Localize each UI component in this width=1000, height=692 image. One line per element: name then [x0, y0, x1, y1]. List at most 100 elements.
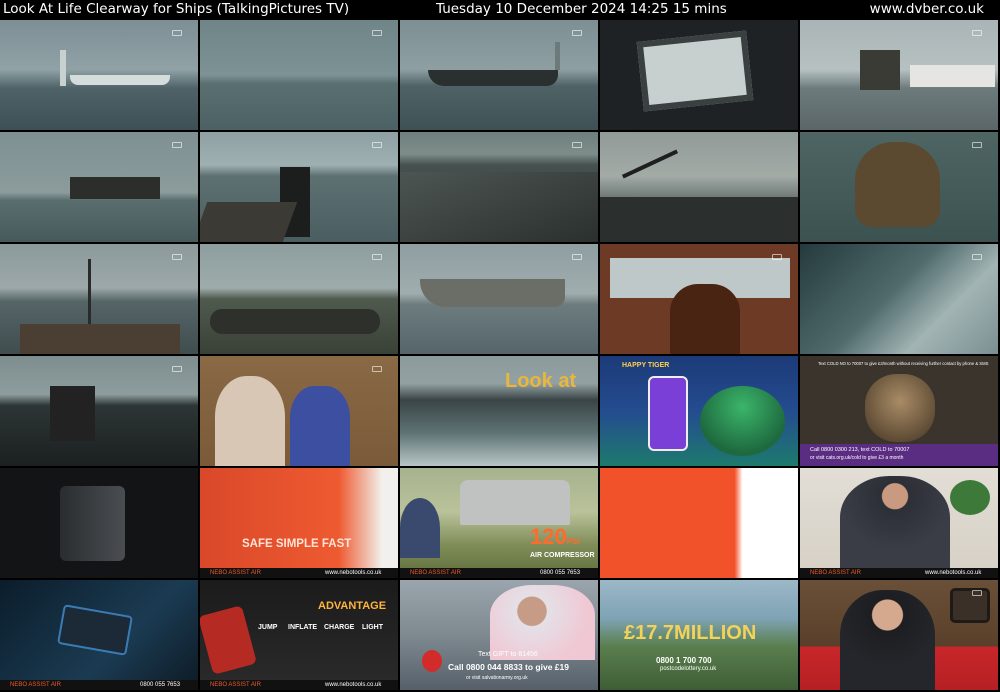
- thumbnail-r1c5[interactable]: [800, 20, 998, 130]
- nebo-url: www.nebotools.co.uk: [325, 569, 382, 576]
- salvation-army-badge: [422, 650, 442, 672]
- channel-logo-icon: [572, 30, 582, 36]
- feature-light: LIGHT: [362, 624, 383, 631]
- red-tool-graphic: [200, 605, 257, 675]
- grab-bucket: [855, 142, 940, 227]
- channel-logo-icon: [172, 30, 182, 36]
- chimney-silhouette: [555, 42, 560, 70]
- psi-figure: 120PSI: [530, 524, 580, 550]
- prize-amount: £17.7MILLION: [624, 622, 757, 644]
- nebo-brand: NEBO ASSIST AIR: [810, 569, 861, 576]
- pipes: [210, 309, 380, 334]
- look-at-title: Look at: [505, 370, 577, 392]
- thumbnail-r3c5[interactable]: [800, 244, 998, 354]
- channel-logo-icon: [172, 254, 182, 260]
- thumbnail-r5c5[interactable]: NEBO ASSIST AIR www.nebotools.co.uk: [800, 468, 998, 578]
- sailor-figure: [50, 386, 95, 441]
- thumbnail-r5c1[interactable]: [0, 468, 198, 578]
- nebo-brand: NEBO ASSIST AIR: [210, 569, 261, 576]
- dock-wall: [600, 197, 798, 242]
- cats-top-text: Text COLD NO to 70007 to give £3/month w…: [818, 361, 989, 366]
- thumbnail-r2c5[interactable]: [800, 132, 998, 242]
- plant: [950, 480, 990, 515]
- deck: [200, 202, 298, 242]
- thumbnail-r1c1[interactable]: [0, 20, 198, 130]
- channel-logo-icon: [572, 142, 582, 148]
- crane-silhouette: [621, 149, 679, 179]
- woman-figure: [490, 585, 595, 660]
- donate-text-3: or visit salvationarmy.org.uk: [466, 675, 528, 681]
- thumbnail-r6c1[interactable]: NEBO ASSIST AIR 0800 055 7653: [0, 580, 198, 690]
- channel-logo-icon: [372, 366, 382, 372]
- psi-value: 120: [530, 524, 567, 549]
- thumbnail-r4c5[interactable]: Text COLD NO to 70007 to give £3/month w…: [800, 356, 998, 466]
- thumbnail-r6c5[interactable]: [800, 580, 998, 690]
- dredger-silhouette: [860, 50, 900, 90]
- nebo-brand: NEBO ASSIST AIR: [10, 681, 61, 688]
- thumbnail-r1c3[interactable]: [400, 20, 598, 130]
- channel-logo-icon: [372, 30, 382, 36]
- thumbnail-r6c4[interactable]: £17.7MILLION 0800 1 700 700 postcodelott…: [600, 580, 798, 690]
- cat-face: [865, 374, 935, 442]
- thumbnail-r4c2[interactable]: [200, 356, 398, 466]
- campervan: [460, 480, 570, 525]
- air-compressor-text: AIR COMPRESSOR: [530, 552, 595, 559]
- presenter-figure: [840, 476, 950, 568]
- thumbnail-r3c1[interactable]: [0, 244, 198, 354]
- thumbnail-r4c3[interactable]: Look at: [400, 356, 598, 466]
- thumbnail-r5c3[interactable]: 120PSI AIR COMPRESSOR NEBO ASSIST AIR 08…: [400, 468, 598, 578]
- broadcast-datetime: Tuesday 10 December 2024 14:25 15 mins: [436, 1, 727, 17]
- channel-logo-icon: [172, 142, 182, 148]
- thumbnail-r2c2[interactable]: [200, 132, 398, 242]
- thumbnail-r5c2[interactable]: SAFE SIMPLE FAST NEBO ASSIST AIR www.neb…: [200, 468, 398, 578]
- thumbnail-r5c4[interactable]: NEBO: [600, 468, 798, 578]
- site-link[interactable]: www.dvber.co.uk: [870, 1, 984, 17]
- thumbnail-r4c4[interactable]: HAPPY TIGER: [600, 356, 798, 466]
- palm-trees: [700, 386, 785, 456]
- tent: [400, 498, 440, 558]
- nebo-url: www.nebotools.co.uk: [925, 569, 982, 576]
- lottery-phone: 0800 1 700 700: [656, 656, 712, 665]
- phone-graphic: [648, 376, 688, 451]
- thumbnail-r2c1[interactable]: [0, 132, 198, 242]
- channel-logo-icon: [772, 254, 782, 260]
- device-display: [57, 604, 133, 656]
- vintage-tv: [950, 588, 990, 623]
- deck: [20, 324, 180, 354]
- cats-bottom-text-2: or visit cats.org.uk/cold to give £3 a m…: [810, 455, 904, 461]
- donate-text-1: Text GIFT to 81456: [478, 651, 538, 658]
- presenter-figure: [840, 590, 935, 690]
- thumbnail-r2c3[interactable]: [400, 132, 598, 242]
- channel-logo-icon: [972, 590, 982, 596]
- channel-logo-icon: [372, 142, 382, 148]
- feature-charge: CHARGE: [324, 624, 355, 631]
- helmsman-figure: [670, 284, 740, 354]
- thumbnail-r3c3[interactable]: [400, 244, 598, 354]
- header-bar: Look At Life Clearway for Ships (Talking…: [0, 0, 1000, 20]
- nebo-phone: 0800 055 7653: [140, 681, 181, 688]
- happy-tiger-logo: HAPPY TIGER: [622, 362, 670, 369]
- nebo-vertical-logo: NEBO: [699, 496, 740, 578]
- radar-screen: [636, 30, 754, 112]
- safe-simple-fast-text: SAFE SIMPLE FAST: [242, 538, 352, 550]
- thumbnail-r3c2[interactable]: [200, 244, 398, 354]
- thumbnail-r6c2[interactable]: ADVANTAGE JUMP INFLATE CHARGE LIGHT NEBO…: [200, 580, 398, 690]
- programme-title: Look At Life Clearway for Ships (Talking…: [3, 1, 350, 17]
- nebo-brand: NEBO ASSIST AIR: [210, 681, 261, 688]
- thumbnail-r1c2[interactable]: [200, 20, 398, 130]
- channel-logo-icon: [372, 254, 382, 260]
- thumbnail-r3c4[interactable]: [600, 244, 798, 354]
- man-left: [215, 376, 285, 466]
- power-station-silhouette: [60, 50, 66, 86]
- thumbnail-r2c4[interactable]: [600, 132, 798, 242]
- channel-logo-icon: [972, 30, 982, 36]
- crane-structure: [400, 172, 598, 242]
- thumbnail-grid: Look at HAPPY TIGER Text COLD NO to 7000…: [0, 20, 1000, 692]
- channel-logo-icon: [972, 254, 982, 260]
- nebo-brand: NEBO ASSIST AIR: [410, 569, 461, 576]
- jump-starter-device: [60, 486, 125, 561]
- thumbnail-r6c3[interactable]: Text GIFT to 81456 Call 0800 044 8833 to…: [400, 580, 598, 690]
- boat-silhouette: [428, 70, 558, 86]
- thumbnail-r1c4[interactable]: [600, 20, 798, 130]
- thumbnail-r4c1[interactable]: [0, 356, 198, 466]
